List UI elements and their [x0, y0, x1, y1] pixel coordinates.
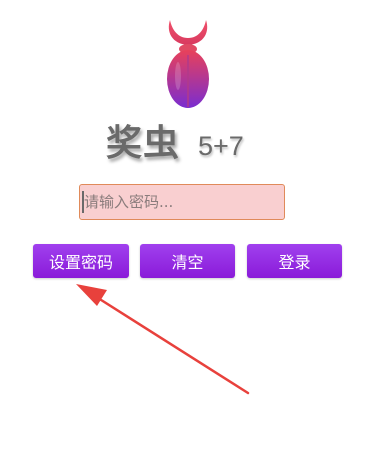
text-caret	[82, 191, 84, 213]
clear-button[interactable]: 清空	[140, 244, 235, 278]
app-version: 5+7	[198, 131, 244, 161]
app-title: 奖虫 5+7	[106, 114, 244, 164]
password-input[interactable]	[79, 184, 285, 220]
set-password-button[interactable]: 设置密码	[33, 244, 129, 278]
beetle-logo-icon	[162, 18, 214, 110]
login-button[interactable]: 登录	[247, 244, 342, 278]
app-name: 奖虫	[106, 123, 181, 164]
